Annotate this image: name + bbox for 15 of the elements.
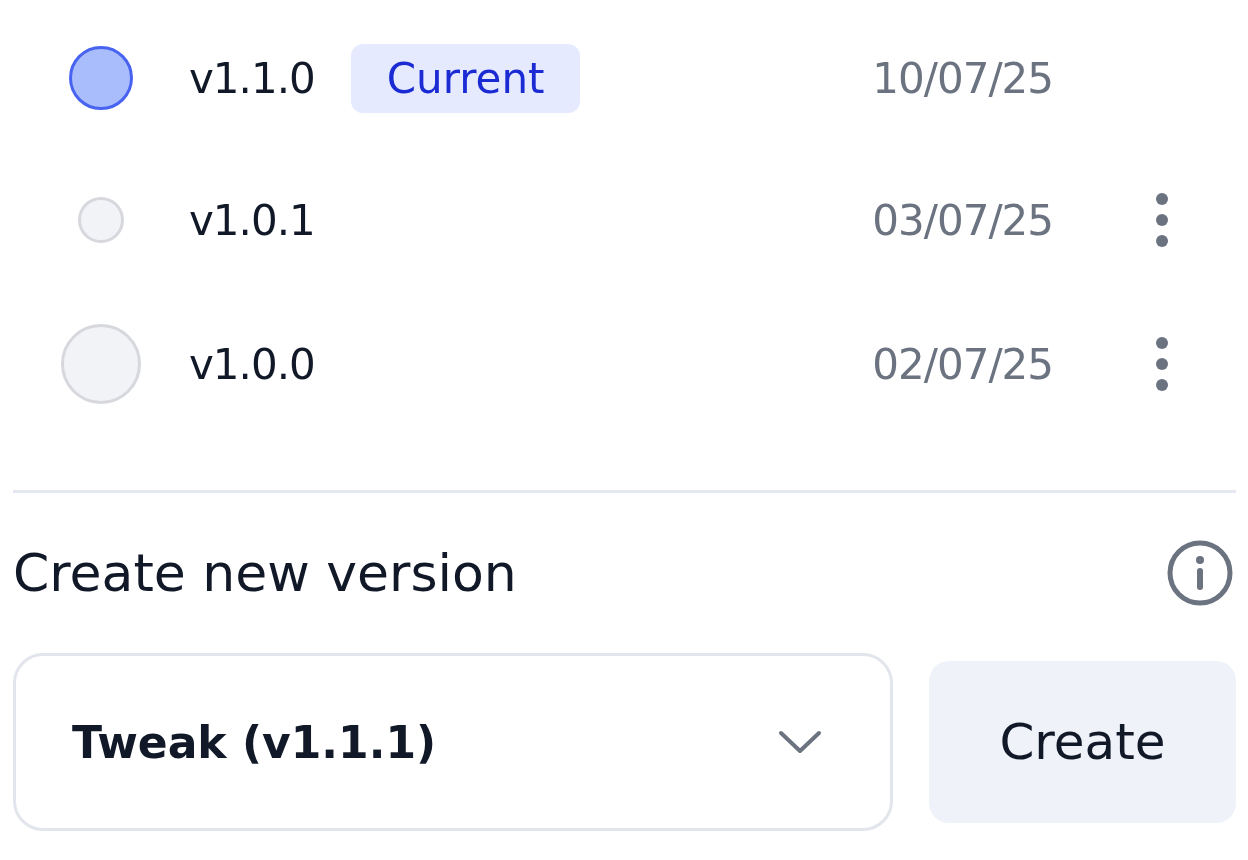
current-badge: Current (350, 43, 581, 113)
info-icon[interactable] (1166, 539, 1234, 607)
section-title: Create new version (13, 543, 517, 603)
version-label: v1.0.0 (189, 339, 315, 389)
version-type-select[interactable]: Tweak (v1.1.1) (13, 653, 893, 831)
version-marker[interactable] (69, 46, 133, 110)
version-label: v1.1.0 (189, 53, 315, 103)
chevron-down-icon (778, 729, 822, 755)
version-date: 02/07/25 (872, 339, 1053, 389)
version-date: 10/07/25 (872, 53, 1053, 103)
create-button[interactable]: Create (929, 661, 1236, 823)
more-menu-icon[interactable] (1154, 336, 1169, 392)
more-menu-icon[interactable] (1154, 192, 1169, 248)
version-label: v1.0.1 (189, 195, 315, 245)
version-date: 03/07/25 (872, 195, 1053, 245)
